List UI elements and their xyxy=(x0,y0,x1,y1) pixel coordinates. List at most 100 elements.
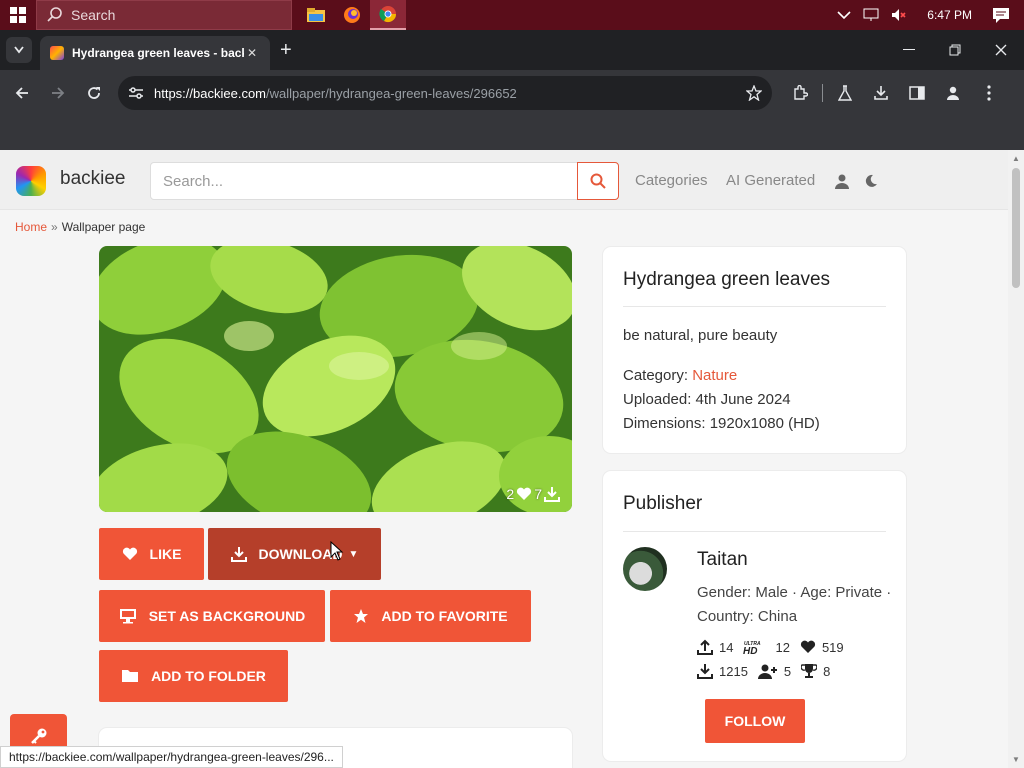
monitor-icon xyxy=(119,608,137,624)
browser-toolbar: https://backiee.com/wallpaper/hydrangea-… xyxy=(0,70,1024,116)
address-bar[interactable]: https://backiee.com/wallpaper/hydrangea-… xyxy=(118,76,772,110)
uploads-count: 14 xyxy=(719,639,734,655)
add-favorite-label: ADD TO FAVORITE xyxy=(381,608,508,624)
close-window-icon[interactable] xyxy=(978,30,1024,70)
back-arrow-icon[interactable] xyxy=(4,75,40,111)
publisher-info: Gender: Male · Age: Private · Country: C… xyxy=(697,584,892,625)
browser-tab-active[interactable]: Hydrangea green leaves - backiee ✕ xyxy=(40,36,270,70)
volume-muted-icon[interactable] xyxy=(891,8,907,22)
follow-button[interactable]: FOLLOW xyxy=(705,699,805,743)
divider xyxy=(623,531,886,532)
scroll-down-arrow-icon[interactable]: ▼ xyxy=(1011,755,1021,764)
url-text[interactable]: https://backiee.com/wallpaper/hydrangea-… xyxy=(154,86,746,101)
taskbar-search[interactable]: Search xyxy=(36,0,292,30)
scroll-up-arrow-icon[interactable]: ▲ xyxy=(1011,154,1021,163)
downloads-count: 1215 xyxy=(719,663,748,679)
category-link[interactable]: Nature xyxy=(692,367,737,384)
labs-flask-icon[interactable] xyxy=(827,75,863,111)
toolbar-separator xyxy=(822,84,823,102)
uploaded-date: Uploaded: 4th June 2024 xyxy=(623,391,791,408)
url-path: /wallpaper/hydrangea-green-leaves/296652 xyxy=(266,85,517,101)
wallpaper-image[interactable]: 2 7 xyxy=(99,246,572,512)
backiee-logo[interactable] xyxy=(16,166,46,196)
followers-count: 5 xyxy=(783,663,792,679)
user-icon[interactable] xyxy=(833,172,851,190)
profile-icon[interactable] xyxy=(935,75,971,111)
publisher-stats-row-2: 1215 5 8 xyxy=(697,663,840,679)
tab-title: Hydrangea green leaves - backiee xyxy=(72,46,244,60)
downloads-icon[interactable] xyxy=(863,75,899,111)
nav-ai-generated[interactable]: AI Generated xyxy=(726,172,815,189)
ultra-hd-icon: ULTRAHD xyxy=(743,641,761,655)
caret-down-icon: ▼ xyxy=(348,548,359,560)
extensions-icon[interactable] xyxy=(782,75,818,111)
add-to-folder-button[interactable]: ADD TO FOLDER xyxy=(99,650,288,702)
new-tab-icon[interactable]: + xyxy=(280,40,292,60)
wallpaper-like-count: 2 xyxy=(506,486,515,502)
scrollbar-thumb[interactable] xyxy=(1012,168,1020,288)
publisher-card: Publisher Taitan Gender: Male · Age: Pri… xyxy=(603,471,906,761)
trophy-icon xyxy=(801,664,818,678)
reload-icon[interactable] xyxy=(76,75,112,111)
logo-text[interactable]: backiee xyxy=(60,168,126,190)
nav-categories[interactable]: Categories xyxy=(635,172,708,189)
page-scrollbar[interactable]: ▲ ▼ xyxy=(1008,150,1024,768)
like-label: LIKE xyxy=(149,546,182,562)
trophies-count: 8 xyxy=(823,663,831,679)
breadcrumb-home[interactable]: Home xyxy=(15,220,47,234)
url-host: https://backiee.com xyxy=(154,85,266,101)
breadcrumb-current: Wallpaper page xyxy=(61,220,146,234)
download-icon xyxy=(230,546,247,562)
clock[interactable]: 6:47 PM xyxy=(927,8,972,22)
category-line: Category: Nature xyxy=(623,367,737,384)
folder-icon xyxy=(121,669,139,683)
add-to-favorite-button[interactable]: ADD TO FAVORITE xyxy=(330,590,531,642)
side-panel-icon[interactable] xyxy=(899,75,935,111)
dark-mode-moon-icon[interactable] xyxy=(862,172,880,190)
restore-icon[interactable] xyxy=(932,30,978,70)
network-icon[interactable] xyxy=(863,8,879,22)
mouse-cursor-icon xyxy=(330,540,344,566)
firefox-icon[interactable] xyxy=(334,0,370,30)
svg-text:HD: HD xyxy=(743,646,757,655)
heart-icon xyxy=(517,487,532,500)
avatar[interactable] xyxy=(623,547,667,591)
download-icon xyxy=(697,664,713,679)
backiee-favicon xyxy=(50,46,64,60)
wallpaper-stats: 2 7 xyxy=(504,486,560,502)
add-folder-label: ADD TO FOLDER xyxy=(151,668,266,684)
search-icon xyxy=(590,173,606,189)
file-explorer-icon[interactable] xyxy=(298,0,334,30)
breadcrumb-separator: » xyxy=(51,220,58,234)
wallpaper-title: Hydrangea green leaves xyxy=(623,269,831,290)
chevron-up-icon[interactable] xyxy=(837,10,851,20)
divider xyxy=(623,306,886,307)
windows-taskbar: Search 6:47 PM xyxy=(0,0,1024,30)
user-plus-icon xyxy=(757,664,777,679)
minimize-icon[interactable] xyxy=(886,30,932,70)
wallpaper-download-count: 7 xyxy=(534,486,542,502)
notification-icon[interactable] xyxy=(992,7,1010,23)
search-button[interactable] xyxy=(577,162,619,200)
tab-close-icon[interactable]: ✕ xyxy=(244,46,260,60)
like-button[interactable]: LIKE xyxy=(99,528,204,580)
tab-search-button[interactable] xyxy=(6,37,32,63)
taskbar-search-label: Search xyxy=(71,7,116,23)
publisher-stats-row-1: 14 ULTRA HD 12 519 xyxy=(697,639,854,655)
menu-kebab-icon[interactable] xyxy=(971,75,1007,111)
web-page: backiee Search... Categories AI Generate… xyxy=(0,150,1008,768)
hydrangea-leaves-image xyxy=(99,246,572,512)
heart-icon xyxy=(122,547,138,561)
chrome-icon[interactable] xyxy=(370,0,406,30)
browser-tab-strip: Hydrangea green leaves - backiee ✕ + xyxy=(0,30,1024,70)
uhd-count: 12 xyxy=(775,639,790,655)
forward-arrow-icon[interactable] xyxy=(40,75,76,111)
wallpaper-details-card: Hydrangea green leaves be natural, pure … xyxy=(603,247,906,453)
site-info-icon[interactable] xyxy=(128,86,144,100)
bookmark-star-icon[interactable] xyxy=(746,85,762,101)
site-search-input[interactable]: Search... xyxy=(150,162,578,200)
publisher-name[interactable]: Taitan xyxy=(697,549,748,571)
set-as-background-button[interactable]: SET AS BACKGROUND xyxy=(99,590,325,642)
download-dropdown-button[interactable]: DOWNLOAD ▼ xyxy=(208,528,381,580)
windows-start-icon[interactable] xyxy=(0,0,36,30)
